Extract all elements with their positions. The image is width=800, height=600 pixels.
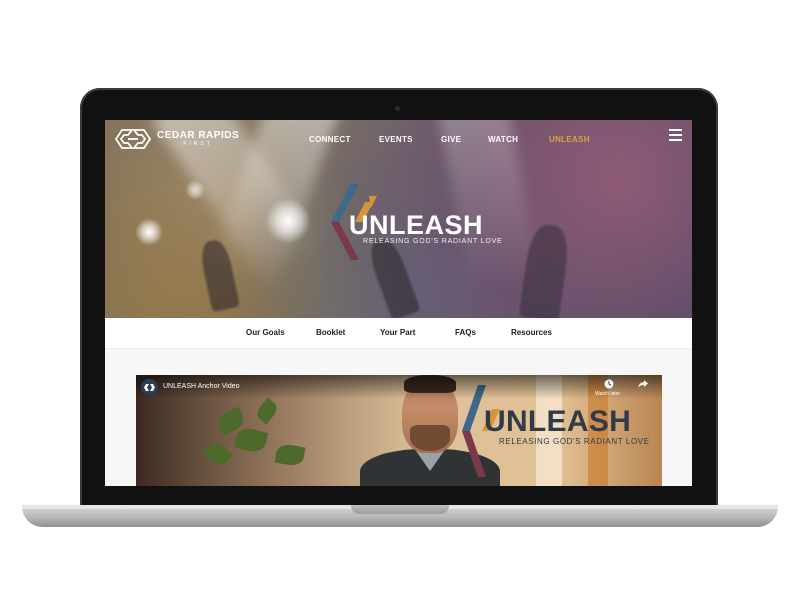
video-overlay-tagline: RELEASING GOD'S RADIANT LOVE <box>499 437 650 446</box>
stage-light <box>135 218 163 246</box>
nav-item-events[interactable]: EVENTS <box>379 135 413 144</box>
channel-logo-icon <box>144 384 155 391</box>
hero-banner: CEDAR RAPIDS FIRST CONNECT EVENTS GIVE W… <box>105 120 692 318</box>
stage-light <box>185 180 205 200</box>
channel-avatar[interactable] <box>141 379 158 396</box>
hamburger-icon[interactable] <box>669 129 682 141</box>
nav-item-connect[interactable]: CONNECT <box>309 135 351 144</box>
subnav-item-resources[interactable]: Resources <box>511 328 552 337</box>
laptop-notch <box>351 505 449 514</box>
hero-tagline: RELEASING GOD'S RADIANT LOVE <box>363 238 503 245</box>
hero-title: UNLEASH <box>349 210 484 240</box>
webcam <box>395 106 400 111</box>
main-nav: CONNECT EVENTS GIVE WATCH UNLEASH <box>105 135 692 147</box>
clock-icon[interactable] <box>604 379 614 389</box>
section-nav: Our Goals Booklet Your Part FAQs Resourc… <box>105 318 692 349</box>
video-player[interactable]: UNLEASH RELEASING GOD'S RADIANT LOVE UNL… <box>136 375 662 486</box>
watch-later-label: Watch later <box>595 391 621 397</box>
subnav-item-your-part[interactable]: Your Part <box>380 328 415 337</box>
speaker-beard <box>410 425 450 451</box>
subnav-item-faqs[interactable]: FAQs <box>455 328 476 337</box>
video-overlay-title: UNLEASH <box>484 405 632 438</box>
nav-item-unleash[interactable]: UNLEASH <box>549 135 590 144</box>
nav-item-give[interactable]: GIVE <box>441 135 461 144</box>
nav-item-watch[interactable]: WATCH <box>488 135 518 144</box>
stage-light <box>265 198 311 244</box>
screen: CEDAR RAPIDS FIRST CONNECT EVENTS GIVE W… <box>105 120 692 486</box>
subnav-item-booklet[interactable]: Booklet <box>316 328 345 337</box>
video-title[interactable]: UNLEASH Anchor Video <box>163 383 240 390</box>
share-icon[interactable] <box>638 379 648 389</box>
subnav-item-our-goals[interactable]: Our Goals <box>246 328 285 337</box>
